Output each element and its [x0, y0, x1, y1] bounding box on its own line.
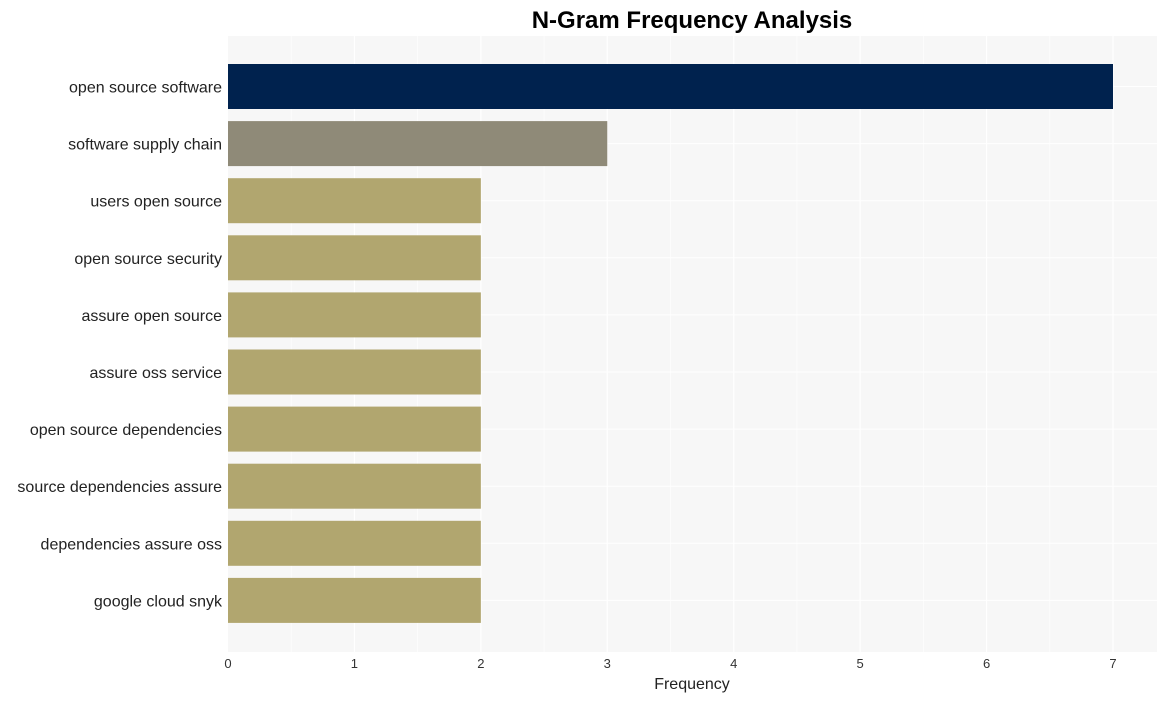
bar	[228, 577, 481, 623]
x-tick-label: 1	[351, 656, 358, 671]
x-tick-label: 5	[857, 656, 864, 671]
x-tick-label: 4	[730, 656, 737, 671]
x-tick-label: 7	[1109, 656, 1116, 671]
bar	[228, 520, 481, 566]
y-tick-label: assure oss service	[90, 365, 223, 382]
y-tick-label: open source dependencies	[30, 422, 222, 439]
y-tick-label: software supply chain	[68, 137, 222, 154]
bar	[228, 349, 481, 395]
chart-title: N-Gram Frequency Analysis	[532, 7, 853, 34]
y-tick-label: source dependencies assure	[17, 479, 222, 496]
y-tick-label: assure open source	[81, 308, 222, 325]
y-tick-label: open source security	[74, 251, 222, 268]
x-tick-label: 2	[477, 656, 484, 671]
y-tick-label: google cloud snyk	[94, 593, 223, 610]
bar	[228, 292, 481, 338]
y-axis-labels: open source software software supply chai…	[17, 80, 223, 611]
bar	[228, 235, 481, 281]
x-tick-label: 6	[983, 656, 990, 671]
x-tick-label: 0	[224, 656, 231, 671]
ngram-chart: N-Gram Frequency Analysis open source so…	[17, 7, 1157, 693]
bar	[228, 121, 608, 167]
bar	[228, 463, 481, 509]
y-tick-label: dependencies assure oss	[41, 536, 222, 553]
x-axis-label: Frequency	[654, 676, 730, 693]
bar	[228, 64, 1113, 109]
y-tick-label: open source software	[69, 80, 222, 97]
x-axis-ticks: 0 1 2 3 4 5 6 7	[224, 656, 1116, 671]
bar	[228, 406, 481, 452]
y-tick-label: users open source	[90, 194, 222, 211]
x-tick-label: 3	[604, 656, 611, 671]
bar	[228, 178, 481, 224]
